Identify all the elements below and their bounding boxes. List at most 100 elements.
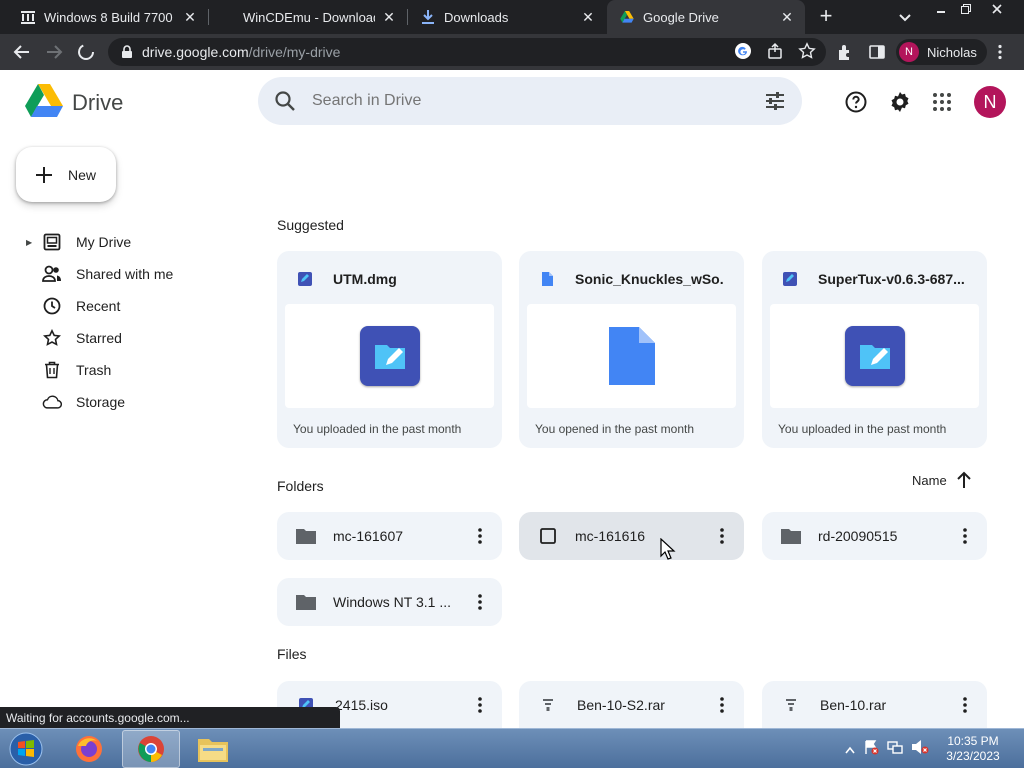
folder-item[interactable]: mc-161607 <box>277 512 502 560</box>
url-host: drive.google.com <box>142 44 249 60</box>
settings-gear-icon[interactable] <box>888 90 912 114</box>
select-checkbox-icon[interactable] <box>537 525 559 547</box>
file-name: Ben-10.rar <box>820 696 887 713</box>
chrome-taskbar-icon[interactable] <box>122 730 180 768</box>
sidebar-item-label: My Drive <box>76 234 132 250</box>
suggested-card[interactable]: UTM.dmg You uploaded in the past month <box>277 251 502 448</box>
drive-logo-icon[interactable] <box>25 84 63 118</box>
sidebar-item-storage[interactable]: Storage <box>26 388 246 416</box>
app-file-icon <box>359 326 420 386</box>
address-bar[interactable]: drive.google.com/drive/my-drive <box>108 38 826 66</box>
side-panel-icon[interactable] <box>865 40 889 64</box>
sidebar-item-recent[interactable]: Recent <box>26 292 246 320</box>
file-preview <box>285 304 494 408</box>
file-item[interactable]: Ben-10-S2.rar <box>519 681 744 728</box>
sidebar-item-my-drive[interactable]: ▶ My Drive <box>26 228 246 256</box>
volume-muted-icon[interactable] <box>911 739 929 760</box>
url-path: /drive/my-drive <box>248 44 341 60</box>
search-input[interactable] <box>312 92 764 110</box>
folder-icon <box>780 525 802 547</box>
windows-taskbar: 10:35 PM 3/23/2023 <box>0 728 1024 768</box>
chevron-down-icon[interactable] <box>894 6 916 28</box>
more-options-icon[interactable] <box>710 524 734 548</box>
card-header: UTM.dmg <box>297 269 482 289</box>
more-options-icon[interactable] <box>468 524 492 548</box>
tab-title: Windows 8 Build 7700 : M <box>44 9 176 25</box>
bookmark-star-icon[interactable] <box>798 42 816 65</box>
folder-item[interactable]: rd-20090515 <box>762 512 987 560</box>
more-options-icon[interactable] <box>468 590 492 614</box>
folder-item[interactable]: mc-161616 <box>519 512 744 560</box>
sort-by-name-button[interactable]: Name <box>912 473 947 488</box>
profile-chip[interactable]: N Nicholas <box>896 39 987 65</box>
folder-item[interactable]: Windows NT 3.1 ... <box>277 578 502 626</box>
folder-name: mc-161607 <box>333 528 404 544</box>
extensions-icon[interactable] <box>833 40 857 64</box>
lock-icon <box>122 45 132 58</box>
minimize-icon[interactable] <box>928 0 954 18</box>
doc-file-icon <box>539 271 555 287</box>
tray-expand-icon[interactable] <box>845 741 855 759</box>
more-options-icon[interactable] <box>468 693 492 717</box>
url-text: drive.google.com/drive/my-drive <box>142 44 340 60</box>
more-options-icon[interactable] <box>953 693 977 717</box>
people-icon <box>42 264 62 284</box>
suggested-card[interactable]: Sonic_Knuckles_wSo... You opened in the … <box>519 251 744 448</box>
sidebar-item-trash[interactable]: Trash <box>26 356 246 384</box>
search-options-icon[interactable] <box>764 90 786 112</box>
tab-archive[interactable]: Windows 8 Build 7700 : M ✕ <box>8 0 208 34</box>
caret-right-icon[interactable]: ▶ <box>26 238 34 247</box>
star-icon <box>42 328 62 348</box>
arrow-up-icon[interactable] <box>955 470 973 490</box>
search-bar[interactable] <box>258 77 802 125</box>
file-item[interactable]: Ben-10.rar <box>762 681 987 728</box>
help-icon[interactable] <box>844 90 868 114</box>
taskbar-clock[interactable]: 10:35 PM 3/23/2023 <box>940 734 1006 764</box>
browser-tab-strip: Windows 8 Build 7700 : M ✕ WinCDEmu - Do… <box>0 0 1024 34</box>
restore-icon[interactable] <box>953 0 979 18</box>
google-icon[interactable] <box>734 42 752 65</box>
tab-title: WinCDEmu - Download <box>243 9 375 25</box>
loading-icon[interactable] <box>74 40 98 64</box>
suggestion-reason: You uploaded in the past month <box>293 422 462 436</box>
file-name: Ben-10-S2.rar <box>577 696 665 713</box>
new-tab-icon[interactable]: + <box>814 5 838 29</box>
avatar: N <box>899 42 919 62</box>
clock-icon <box>42 296 62 316</box>
drive-header: Drive N <box>0 70 1024 134</box>
tab-wincdemu[interactable]: WinCDEmu - Download ✕ <box>209 0 407 34</box>
tab-close-icon[interactable]: ✕ <box>779 9 795 25</box>
tab-close-icon[interactable]: ✕ <box>182 9 198 25</box>
more-options-icon[interactable] <box>710 693 734 717</box>
new-button[interactable]: New <box>16 147 116 202</box>
sidebar-item-shared-with-me[interactable]: Shared with me <box>26 260 246 288</box>
share-icon[interactable] <box>766 42 784 65</box>
more-options-icon[interactable] <box>953 524 977 548</box>
tab-close-icon[interactable]: ✕ <box>381 9 397 25</box>
card-header: SuperTux-v0.6.3-687... <box>782 269 967 289</box>
suggested-card[interactable]: SuperTux-v0.6.3-687... You uploaded in t… <box>762 251 987 448</box>
sidebar-item-starred[interactable]: Starred <box>26 324 246 352</box>
sidebar-item-label: Trash <box>76 362 112 378</box>
cloud-icon <box>42 392 62 412</box>
tab-google-drive[interactable]: Google Drive ✕ <box>607 0 805 34</box>
back-icon[interactable] <box>10 40 34 64</box>
menu-icon[interactable] <box>988 40 1012 64</box>
firefox-taskbar-icon[interactable] <box>60 730 118 768</box>
account-avatar[interactable]: N <box>974 86 1006 118</box>
network-icon[interactable] <box>887 739 903 760</box>
apps-grid-icon[interactable] <box>930 90 954 114</box>
close-window-icon[interactable] <box>984 0 1010 18</box>
action-center-flag-icon[interactable] <box>863 739 879 760</box>
app-title[interactable]: Drive <box>72 90 123 116</box>
omnibox-actions <box>734 42 816 65</box>
tab-close-icon[interactable]: ✕ <box>580 9 596 25</box>
browser-toolbar: drive.google.com/drive/my-drive N Nichol… <box>0 34 1024 70</box>
tab-downloads[interactable]: Downloads ✕ <box>408 0 606 34</box>
forward-icon[interactable] <box>42 40 66 64</box>
download-icon <box>420 9 436 25</box>
file-explorer-taskbar-icon[interactable] <box>184 730 242 768</box>
folders-heading: Folders <box>277 478 324 494</box>
search-icon[interactable] <box>274 90 296 112</box>
start-button-icon[interactable] <box>6 731 46 767</box>
